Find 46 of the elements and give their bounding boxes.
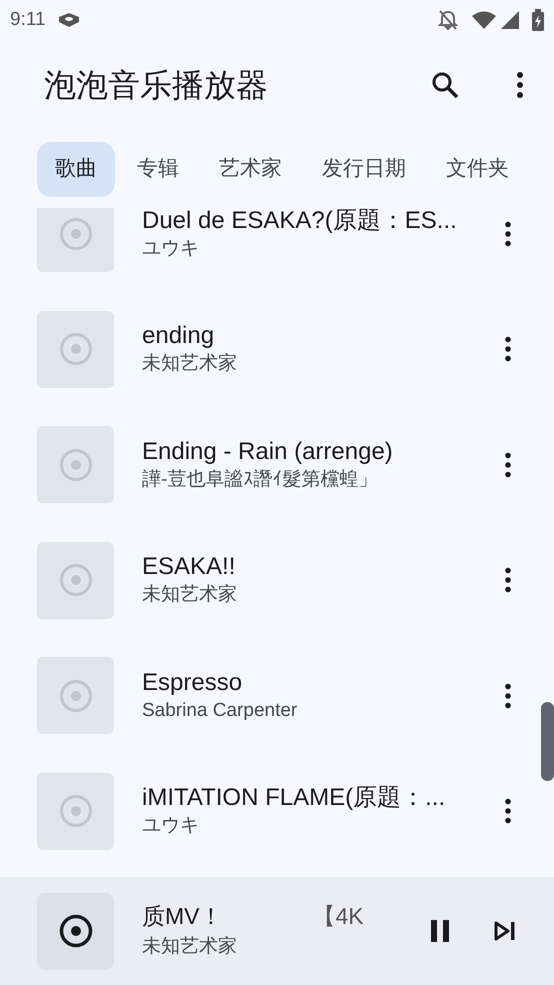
disc-icon [58,678,92,713]
song-title: ESAKA!! [142,552,236,582]
more-icon[interactable] [516,71,524,99]
tab[interactable]: 艺术家 [201,142,300,196]
song-title: ending [142,321,216,352]
song-title: iMITATION FLAME(原題：... [142,783,446,814]
more-icon[interactable] [504,798,512,824]
now-playing-title: 质MV！ [142,902,222,930]
more-icon[interactable] [504,336,512,362]
disc-icon [58,448,92,482]
wifi-icon [472,10,496,30]
tab[interactable]: 歌曲 [37,142,115,196]
disc-icon [58,914,92,948]
song-artist: ユウキ [142,236,200,261]
battery-icon [532,9,544,31]
pause-icon[interactable] [430,919,450,943]
more-icon[interactable] [504,220,512,247]
song-artist: ユウキ [142,814,200,838]
more-icon[interactable] [504,682,512,709]
disc-icon [58,216,92,251]
song-artist: Sabrina Carpenter [142,698,298,723]
more-icon[interactable] [504,567,512,594]
song-title: Duel de ESAKA?(原題：ES... [142,208,458,236]
tab[interactable]: 文件夹 [428,142,527,196]
disc-icon [58,332,92,366]
signal-icon [500,10,520,30]
tab[interactable]: 专辑 [119,142,197,196]
now-playing-title: 【4K [312,902,364,930]
mini-player[interactable]: 质MV！ 【4K 未知艺术家 [0,877,554,985]
status-time: 9:11 [10,8,46,32]
song-artist: 未知艺术家 [142,583,238,608]
disc-icon [58,794,92,828]
song-title: Espresso [142,668,244,698]
song-artist: 未知艺术家 [142,352,238,376]
skip-next-icon[interactable] [494,921,516,941]
song-title: Ending - Rain (arrenge) [142,436,394,467]
notification-icon [56,10,81,30]
scrollbar[interactable] [541,702,554,781]
app-title: 泡泡音乐播放器 [44,66,269,105]
bell-off-icon [438,9,458,31]
disc-icon [58,563,92,598]
now-playing-artist: 未知艺术家 [142,934,238,959]
song-artist: 譁-荳也阜謐ｽ譖ｲ髮第欓蝗」 [142,468,378,492]
more-icon[interactable] [504,452,512,478]
tab[interactable]: 发行日期 [304,142,424,196]
search-icon[interactable] [430,70,460,100]
